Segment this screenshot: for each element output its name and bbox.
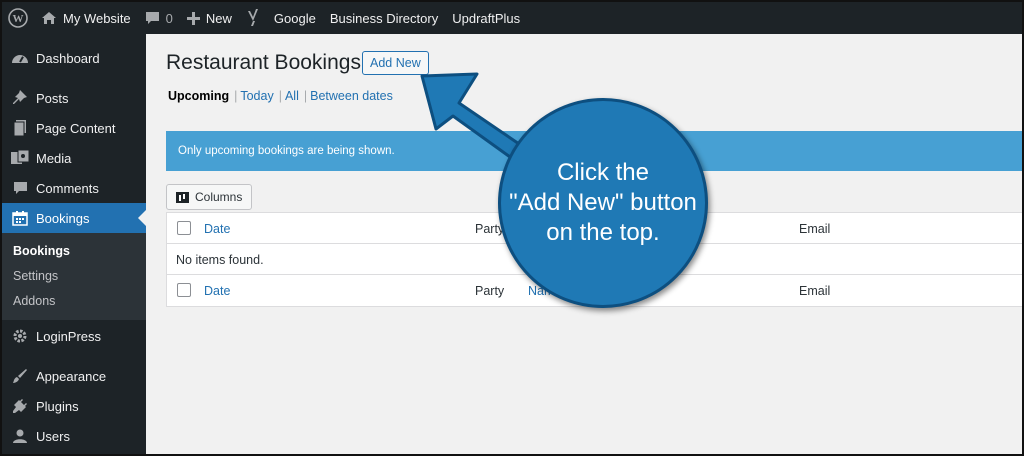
callout-line: "Add New" button bbox=[509, 189, 697, 216]
callout-text: Click the "Add New" button on the top. bbox=[509, 158, 697, 248]
callout-line: on the top. bbox=[546, 219, 660, 246]
instruction-callout: Click the "Add New" button on the top. bbox=[498, 98, 708, 308]
callout-line: Click the bbox=[556, 159, 649, 186]
screenshot-frame: W My Website 0 New Google Business Direc… bbox=[0, 0, 1024, 456]
